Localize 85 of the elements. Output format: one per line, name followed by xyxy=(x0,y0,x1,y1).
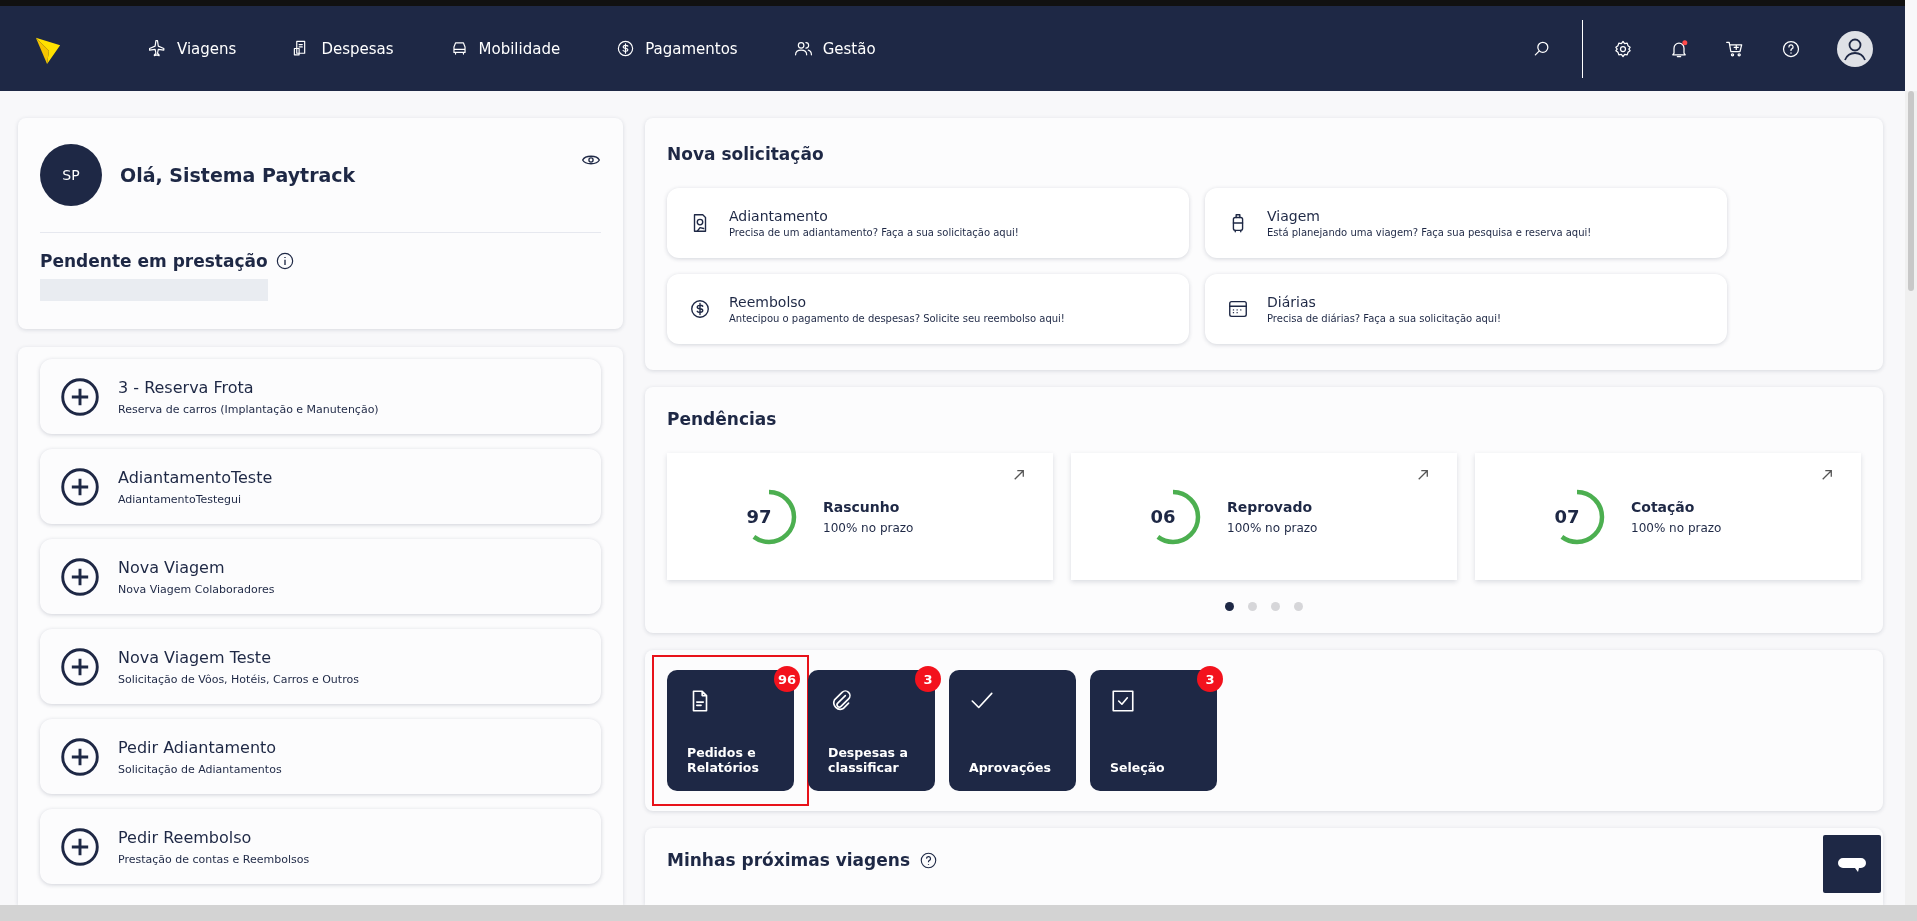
pending-label: Cotação xyxy=(1631,498,1696,515)
shortcut-title: Pedir Adiantamento xyxy=(118,737,278,757)
shortcut-subtitle: AdiantamentoTestegui xyxy=(118,492,243,506)
carousel-dot[interactable] xyxy=(1294,602,1303,611)
info-icon[interactable] xyxy=(275,252,294,270)
settings-icon[interactable] xyxy=(1613,38,1633,59)
option-title: Adiantamento xyxy=(729,208,829,224)
option-title: Diárias xyxy=(1267,294,1317,310)
count-badge: 3 xyxy=(1197,666,1223,692)
checkbox-icon xyxy=(1110,688,1136,714)
shortcut-subtitle: Nova Viagem Colaboradores xyxy=(118,582,275,596)
request-option-card[interactable]: Viagem Está planejando uma viagem? Faça sua pesquisa e reserva aqui! xyxy=(1205,188,1727,258)
arrow-up-right-icon[interactable] xyxy=(1821,469,1833,481)
section-title: Minhas próximas viagens xyxy=(667,850,910,870)
scrollbar[interactable] xyxy=(1905,91,1917,905)
chat-button[interactable] xyxy=(1823,835,1881,893)
shortcut-card[interactable]: 3 - Reserva Frota Reserva de carros (Implantação e Manutenção) xyxy=(40,359,601,434)
pending-note: 100% no prazo xyxy=(823,520,914,535)
shortcut-title: 3 - Reserva Frota xyxy=(118,377,255,397)
shortcut-subtitle: Reserva de carros (Implantação e Manutenção) xyxy=(118,402,379,416)
section-title: Pendências xyxy=(667,409,778,429)
option-description: Antecipou o pagamento de despesas? Solicite seu reembolso aqui! xyxy=(729,313,1065,324)
shortcut-subtitle: Solicitação de Vôos, Hotéis, Carros e Outros xyxy=(118,672,359,686)
option-description: Precisa de um adiantamento? Faça a sua solicitação aqui! xyxy=(729,227,1019,238)
shortcut-title: Nova Viagem xyxy=(118,557,226,577)
help-icon[interactable] xyxy=(920,851,937,869)
pending-label: Rascunho xyxy=(823,498,901,515)
pending-card[interactable]: 06 Reprovado 100% no prazo xyxy=(1071,453,1457,580)
count-badge: 96 xyxy=(773,666,800,692)
plus-circle-icon xyxy=(60,826,100,867)
plus-circle-icon xyxy=(60,556,100,597)
quick-access-tile[interactable]: Aprovações xyxy=(949,670,1076,791)
plane-icon xyxy=(148,39,167,58)
arrow-up-right-icon[interactable] xyxy=(1417,469,1429,481)
pending-card[interactable]: 97 Rascunho 100% no prazo xyxy=(667,453,1053,580)
option-description: Precisa de diárias? Faça a sua solicitação aqui! xyxy=(1267,313,1501,324)
nav-link[interactable]: Mobilidade xyxy=(449,39,561,58)
nav-link[interactable]: Viagens xyxy=(148,39,237,58)
plus-circle-icon xyxy=(60,736,100,777)
dollar-icon xyxy=(616,39,636,58)
scrollbar[interactable] xyxy=(0,905,1917,921)
greeting: Olá, Sistema Paytrack xyxy=(120,164,357,186)
shortcut-title: Nova Viagem Teste xyxy=(118,647,272,667)
bell-icon[interactable] xyxy=(1669,38,1689,59)
section-title: Pendente em prestação xyxy=(40,251,268,271)
request-option-card[interactable]: Reembolso Antecipou o pagamento de despesas? Solicite seu reembolso aqui! xyxy=(667,274,1189,344)
carousel-dot[interactable] xyxy=(1225,602,1234,611)
shortcut-title: AdiantamentoTeste xyxy=(118,467,273,487)
pending-card[interactable]: 07 Cotação 100% no prazo xyxy=(1475,453,1861,580)
plus-circle-icon xyxy=(60,466,100,507)
nav-link[interactable]: Despesas xyxy=(292,39,394,58)
arrow-up-right-icon[interactable] xyxy=(1013,469,1025,481)
pending-note: 100% no prazo xyxy=(1227,520,1318,535)
pending-count: 07 xyxy=(1554,506,1580,527)
shortcut-card[interactable]: AdiantamentoTeste AdiantamentoTestegui xyxy=(40,449,601,524)
users-icon xyxy=(793,39,813,58)
nav-link[interactable]: Pagamentos xyxy=(616,39,738,58)
shortcut-card[interactable]: Pedir Reembolso Prestação de contas e Reembolsos xyxy=(40,809,601,884)
option-description: Está planejando uma viagem? Faça sua pesquisa e reserva aqui! xyxy=(1267,227,1592,238)
section-title: Nova solicitação xyxy=(667,144,825,164)
pending-count: 06 xyxy=(1150,506,1176,527)
count-badge: 3 xyxy=(915,666,941,692)
request-option-card[interactable]: Diárias Precisa de diárias? Faça a sua solicitação aqui! xyxy=(1205,274,1727,344)
shortcut-subtitle: Solicitação de Adiantamentos xyxy=(118,762,282,776)
plus-circle-icon xyxy=(60,646,100,687)
dollar-icon xyxy=(689,298,711,320)
avatar: SP xyxy=(40,144,102,206)
carousel-dot[interactable] xyxy=(1271,602,1280,611)
carousel-dot[interactable] xyxy=(1248,602,1257,611)
shortcut-title: Pedir Reembolso xyxy=(118,827,253,847)
help-icon[interactable] xyxy=(1781,38,1801,59)
nav-link[interactable]: Gestão xyxy=(793,39,876,58)
avatar-icon[interactable] xyxy=(1837,30,1873,67)
pending-label: Reprovado xyxy=(1227,498,1314,515)
shortcut-subtitle: Prestação de contas e Reembolsos xyxy=(118,852,310,866)
shortcut-card[interactable]: Nova Viagem Teste Solicitação de Vôos, Hotéis, Carros e Outros xyxy=(40,629,601,704)
option-title: Viagem xyxy=(1267,208,1321,224)
pending-note: 100% no prazo xyxy=(1631,520,1722,535)
plus-circle-icon xyxy=(60,376,100,417)
pending-count: 97 xyxy=(746,506,772,527)
option-title: Reembolso xyxy=(729,294,808,310)
shortcut-card[interactable]: Pedir Adiantamento Solicitação de Adiantamentos xyxy=(40,719,601,794)
calendar-icon xyxy=(1227,298,1249,320)
shortcut-card[interactable]: Nova Viagem Nova Viagem Colaboradores xyxy=(40,539,601,614)
request-option-card[interactable]: Adiantamento Precisa de um adiantamento? Faça a sua solicitação aqui! xyxy=(667,188,1189,258)
